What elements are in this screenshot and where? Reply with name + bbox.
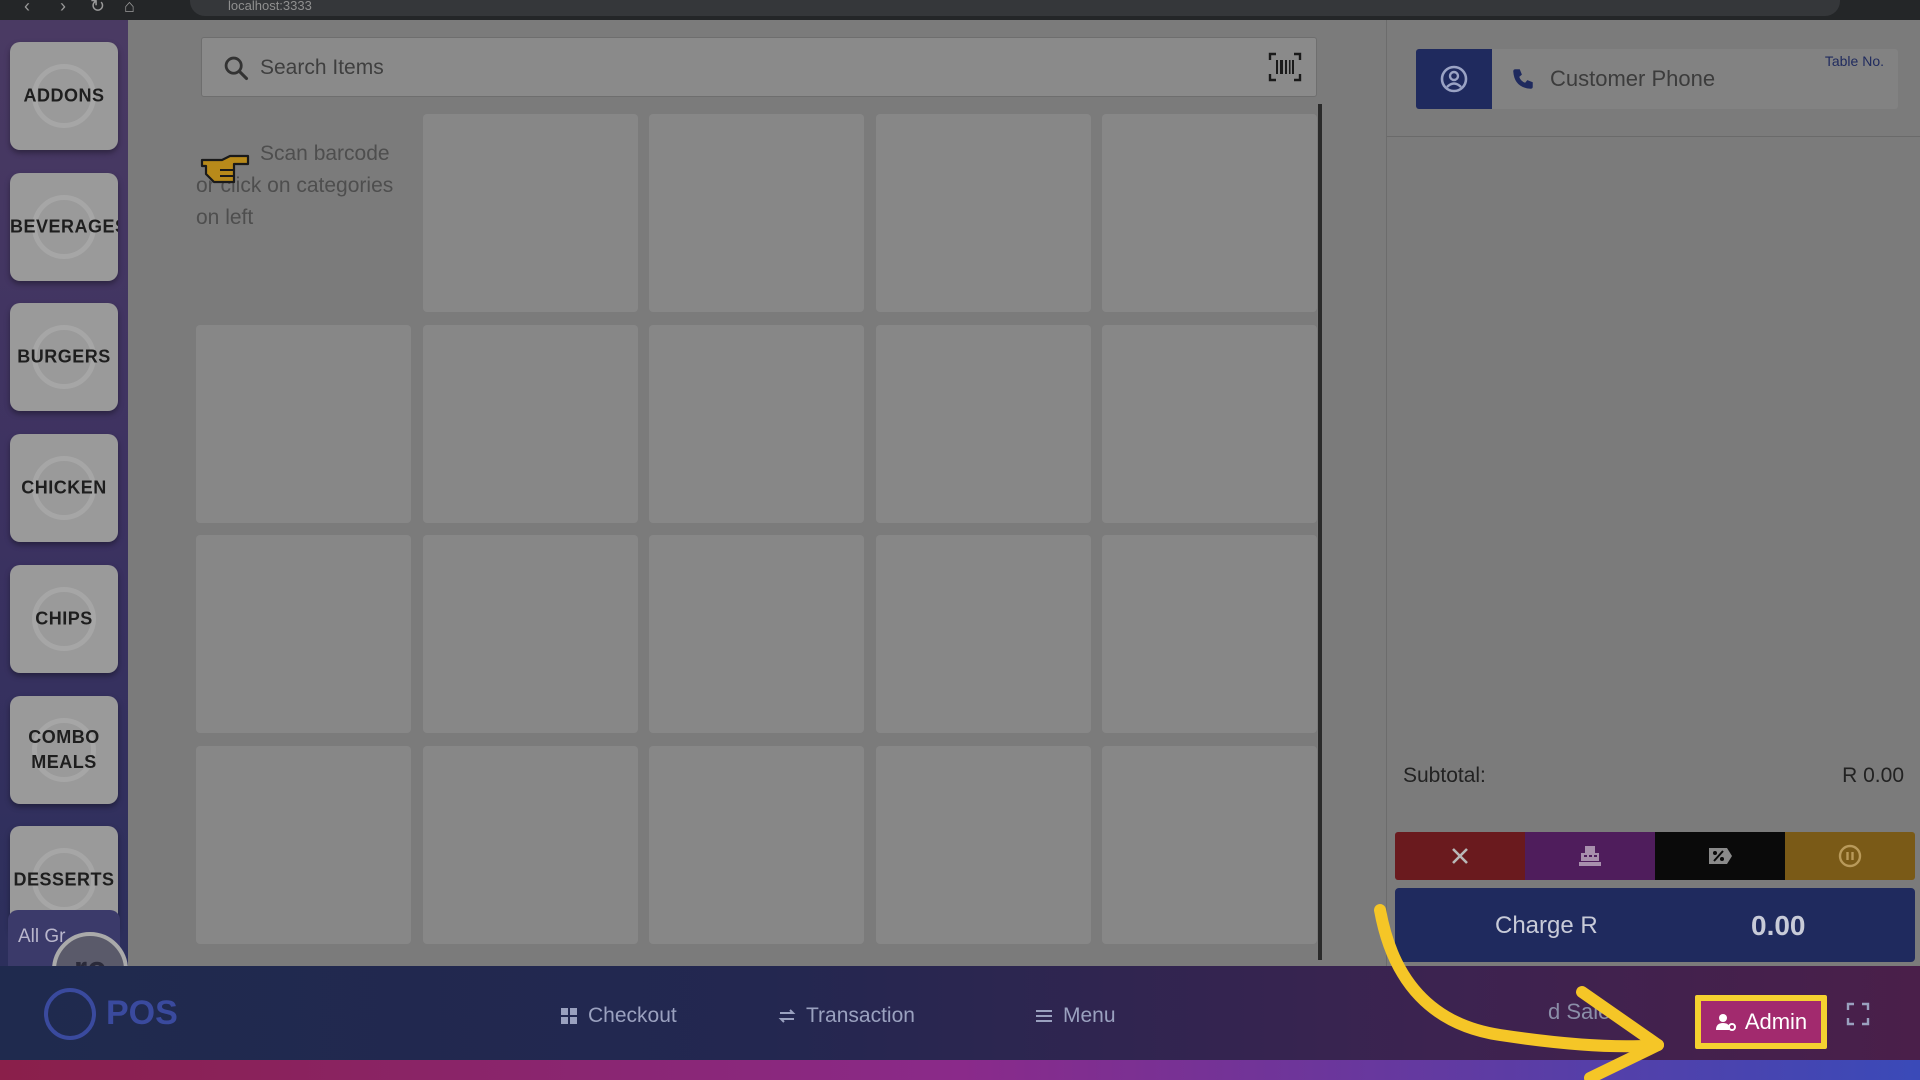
product-tile[interactable] bbox=[876, 114, 1091, 312]
discount-button[interactable] bbox=[1655, 832, 1785, 880]
product-tile[interactable] bbox=[1102, 114, 1317, 312]
product-tile[interactable] bbox=[423, 114, 638, 312]
tutorial-arrow-icon bbox=[1374, 904, 1664, 1080]
admin-label: Admin bbox=[1744, 1009, 1808, 1034]
category-beverages[interactable]: BEVERAGES bbox=[10, 173, 118, 281]
checkout-nav-button[interactable]: Checkout bbox=[560, 996, 677, 1036]
cash-drawer-button[interactable] bbox=[1525, 832, 1655, 880]
category-label: ADDONS bbox=[23, 85, 105, 106]
brand-name: POS bbox=[106, 994, 178, 1032]
category-label: DESSERTS bbox=[13, 869, 115, 890]
back-icon[interactable]: ‹ bbox=[24, 0, 30, 17]
swap-arrows-icon bbox=[778, 1009, 796, 1023]
transaction-nav-button[interactable]: Transaction bbox=[778, 996, 915, 1036]
pointing-hand-icon bbox=[200, 154, 250, 184]
cash-register-icon bbox=[1579, 846, 1601, 866]
product-tile[interactable] bbox=[196, 746, 411, 944]
cart-divider bbox=[1387, 136, 1920, 137]
grid-icon bbox=[561, 1008, 577, 1024]
reload-icon[interactable]: ↻ bbox=[90, 0, 105, 17]
product-tile[interactable] bbox=[876, 325, 1091, 523]
close-icon bbox=[1452, 848, 1468, 864]
product-tile[interactable] bbox=[649, 325, 864, 523]
category-label: BEVERAGES bbox=[10, 216, 118, 237]
product-tile[interactable] bbox=[196, 535, 411, 733]
discount-tag-icon bbox=[1709, 848, 1732, 864]
search-bar bbox=[201, 37, 1317, 97]
category-sidebar: ADDONS BEVERAGES BURGERS CHICKEN CHIPS C… bbox=[0, 20, 128, 1008]
product-tile[interactable] bbox=[196, 325, 411, 523]
product-tile[interactable] bbox=[423, 325, 638, 523]
category-label: CHICKEN bbox=[21, 477, 107, 498]
customer-phone-field: Table No. bbox=[1492, 49, 1898, 109]
browser-toolbar: ‹ › ↻ ⌂ localhost:3333 bbox=[0, 0, 1920, 20]
transaction-label: Transaction bbox=[806, 1004, 915, 1027]
category-chips[interactable]: CHIPS bbox=[10, 565, 118, 673]
category-chicken[interactable]: CHICKEN bbox=[10, 434, 118, 542]
brand-logo: POS bbox=[44, 984, 184, 1044]
scan-hint: Scan barcode or click on categories on l… bbox=[196, 138, 416, 234]
product-tile[interactable] bbox=[649, 114, 864, 312]
phone-icon bbox=[1513, 69, 1533, 89]
pos-app: ADDONS BEVERAGES BURGERS CHICKEN CHIPS C… bbox=[0, 20, 1920, 1080]
brand-circle-icon bbox=[44, 988, 96, 1040]
checkout-label: Checkout bbox=[588, 1004, 677, 1027]
pause-icon bbox=[1838, 844, 1862, 868]
menu-label: Menu bbox=[1063, 1004, 1116, 1027]
subtotal-value: R 0.00 bbox=[1842, 764, 1904, 787]
hamburger-menu-icon bbox=[1036, 1010, 1052, 1022]
category-label: BURGERS bbox=[17, 346, 111, 367]
forward-icon[interactable]: › bbox=[60, 0, 66, 17]
barcode-scanner-icon[interactable] bbox=[1268, 52, 1302, 82]
category-label: COMBO MEALS bbox=[28, 727, 100, 772]
user-gear-icon bbox=[1715, 1014, 1736, 1031]
table-number-label[interactable]: Table No. bbox=[1825, 53, 1884, 69]
category-label: CHIPS bbox=[35, 608, 93, 629]
cancel-sale-button[interactable] bbox=[1395, 832, 1525, 880]
customer-lookup-button[interactable] bbox=[1416, 49, 1492, 109]
cart-action-row bbox=[1395, 832, 1915, 880]
product-tile[interactable] bbox=[1102, 535, 1317, 733]
products-scrollbar[interactable] bbox=[1318, 104, 1322, 960]
admin-button[interactable]: Admin bbox=[1695, 995, 1827, 1049]
product-tile[interactable] bbox=[1102, 325, 1317, 523]
address-bar[interactable]: localhost:3333 bbox=[190, 0, 1840, 16]
hold-sale-button[interactable] bbox=[1785, 832, 1915, 880]
product-tile[interactable] bbox=[649, 746, 864, 944]
search-icon bbox=[224, 56, 249, 81]
home-icon[interactable]: ⌂ bbox=[124, 0, 135, 17]
category-burgers[interactable]: BURGERS bbox=[10, 303, 118, 411]
user-circle-icon bbox=[1440, 65, 1468, 93]
product-tile[interactable] bbox=[876, 535, 1091, 733]
category-combo-meals[interactable]: COMBO MEALS bbox=[10, 696, 118, 804]
product-tile[interactable] bbox=[423, 746, 638, 944]
product-tile[interactable] bbox=[649, 535, 864, 733]
cart-panel: Table No. Subtotal: R 0.00 bbox=[1386, 20, 1920, 966]
subtotal-label: Subtotal: bbox=[1403, 764, 1486, 787]
category-addons[interactable]: ADDONS bbox=[10, 42, 118, 150]
product-tile[interactable] bbox=[423, 535, 638, 733]
charge-amount: 0.00 bbox=[1751, 910, 1806, 941]
menu-nav-button[interactable]: Menu bbox=[1035, 996, 1116, 1036]
search-input[interactable] bbox=[260, 48, 1220, 88]
product-tile[interactable] bbox=[876, 746, 1091, 944]
product-tile[interactable] bbox=[1102, 746, 1317, 944]
fullscreen-icon[interactable] bbox=[1846, 1002, 1870, 1026]
customer-phone-input[interactable] bbox=[1550, 61, 1790, 97]
